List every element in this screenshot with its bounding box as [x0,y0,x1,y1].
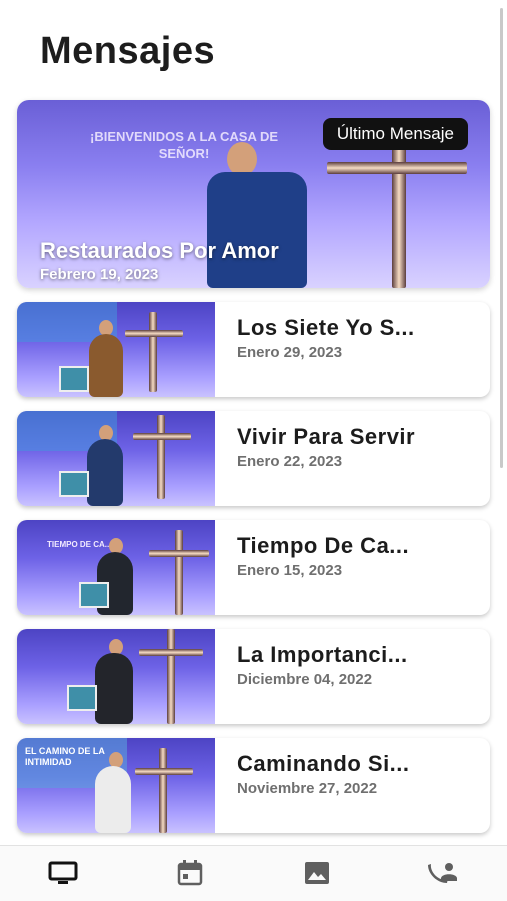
image-icon [305,862,329,884]
banner-text: ¡BIENVENIDOS A LA CASA DE SEÑOR! [89,129,279,161]
featured-date: Febrero 19, 2023 [40,266,159,283]
message-date: Enero 15, 2023 [237,562,343,579]
message-card[interactable]: La Importanci... Diciembre 04, 2022 [17,629,490,724]
nav-messages-button[interactable] [43,858,83,888]
message-date: Enero 29, 2023 [237,344,343,361]
nav-gallery-button[interactable] [297,858,337,888]
message-thumbnail: TIEMPO DE CA... [17,520,215,615]
monitor-icon [48,861,78,884]
scrollbar[interactable] [500,8,503,468]
cross-beam-image [327,162,467,174]
message-date: Enero 22, 2023 [237,453,343,470]
contact-phone-icon [428,863,457,883]
message-thumbnail [17,411,215,506]
message-title: Los Siete Yo S... [237,315,415,340]
message-title: Caminando Si... [237,751,410,776]
message-title: Tiempo De Ca... [237,533,410,558]
message-card[interactable]: Los Siete Yo S... Enero 29, 2023 [17,302,490,397]
message-card[interactable]: EL CAMINO DE LA INTIMIDAD Caminando Si..… [17,738,490,833]
message-date: Noviembre 27, 2022 [237,780,378,797]
calendar-icon [177,860,203,886]
message-date: Diciembre 04, 2022 [237,671,373,688]
message-thumbnail [17,629,215,724]
bottom-navigation [0,845,507,901]
latest-message-badge: Último Mensaje [322,118,468,150]
speaker-image [207,172,307,288]
message-title: La Importanci... [237,642,408,667]
speaker-head-image [227,142,257,176]
cross-image [392,128,406,288]
featured-message-card[interactable]: ¡BIENVENIDOS A LA CASA DE SEÑOR! Último … [17,100,490,288]
message-card[interactable]: Vivir Para Servir Enero 22, 2023 [17,411,490,506]
featured-title: Restaurados Por Amor [40,238,279,263]
nav-calendar-button[interactable] [170,858,210,888]
message-thumbnail [17,302,215,397]
page-title: Mensajes [40,30,216,72]
nav-contact-button[interactable] [423,858,463,888]
message-card[interactable]: TIEMPO DE CA... Tiempo De Ca... Enero 15… [17,520,490,615]
message-title: Vivir Para Servir [237,424,416,449]
message-thumbnail: EL CAMINO DE LA INTIMIDAD [17,738,215,833]
